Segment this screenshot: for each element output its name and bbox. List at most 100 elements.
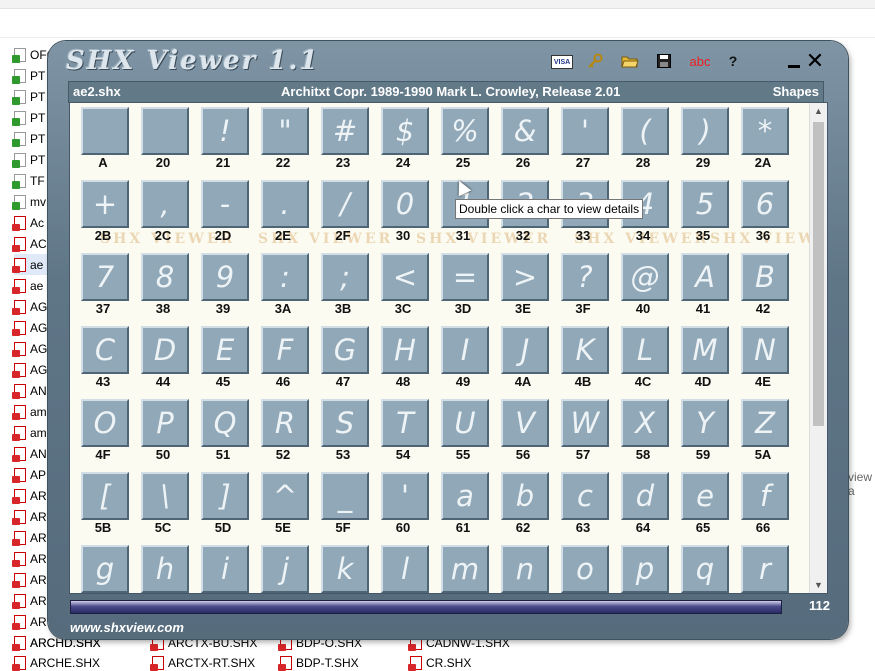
glyph-cell[interactable]: i xyxy=(199,543,259,593)
glyph-button[interactable]: o xyxy=(561,545,609,593)
glyph-button[interactable]: J xyxy=(501,326,549,374)
glyph-button[interactable]: g xyxy=(81,545,129,593)
file-list-item[interactable]: CR.SHX xyxy=(408,656,471,671)
glyph-cell[interactable]: V 56 xyxy=(499,397,559,470)
glyph-button[interactable]: q xyxy=(681,545,729,593)
scroll-down-arrow[interactable]: ▼ xyxy=(810,577,827,593)
glyph-cell[interactable]: W 57 xyxy=(559,397,619,470)
glyph-cell[interactable]: :3A xyxy=(259,251,319,324)
glyph-cell[interactable]: q xyxy=(679,543,739,593)
glyph-cell[interactable]: d 64 xyxy=(619,470,679,543)
glyph-button[interactable]: ( xyxy=(621,107,669,155)
spell-abc-button[interactable]: abc xyxy=(686,52,714,70)
glyph-cell[interactable]: o xyxy=(559,543,619,593)
glyph-button[interactable]: P xyxy=(141,399,189,447)
glyph-button[interactable]: 7 xyxy=(81,253,129,301)
glyph-button[interactable]: ^ xyxy=(261,472,309,520)
glyph-button[interactable]: K xyxy=(561,326,609,374)
glyph-cell[interactable]: O 4F xyxy=(79,397,139,470)
glyph-button[interactable]: N xyxy=(741,326,789,374)
glyph-button[interactable]: ! xyxy=(201,107,249,155)
glyph-cell[interactable]: n xyxy=(499,543,559,593)
glyph-button[interactable]: D xyxy=(141,326,189,374)
glyph-button[interactable]: I xyxy=(441,326,489,374)
glyph-button[interactable]: 6 xyxy=(741,180,789,228)
glyph-cell[interactable]: r xyxy=(739,543,799,593)
glyph-button[interactable]: n xyxy=(501,545,549,593)
help-question-icon[interactable]: ? xyxy=(722,52,744,70)
glyph-button[interactable]: h xyxy=(141,545,189,593)
glyph-cell[interactable]: h xyxy=(139,543,199,593)
glyph-cell[interactable]: A xyxy=(79,105,139,178)
glyph-button[interactable]: ' xyxy=(381,472,429,520)
glyph-button[interactable]: + xyxy=(81,180,129,228)
glyph-button[interactable]: F xyxy=(261,326,309,374)
glyph-button[interactable]: l xyxy=(381,545,429,593)
glyph-cell[interactable]: ^ 5E xyxy=(259,470,319,543)
glyph-button[interactable]: j xyxy=(261,545,309,593)
glyph-cell[interactable]: 7 37 xyxy=(79,251,139,324)
glyph-cell[interactable]: ] 5D xyxy=(199,470,259,543)
glyph-cell[interactable]: % 25 xyxy=(439,105,499,178)
glyph-button[interactable]: Z xyxy=(741,399,789,447)
glyph-cell[interactable]: 5 35 xyxy=(679,178,739,251)
glyph-button[interactable]: 0 xyxy=(381,180,429,228)
glyph-cell[interactable]: M 4D xyxy=(679,324,739,397)
file-list-item[interactable]: ARCTX-RT.SHX xyxy=(150,656,255,671)
glyph-cell[interactable]: /2F xyxy=(319,178,379,251)
glyph-button[interactable]: d xyxy=(621,472,669,520)
glyph-cell[interactable]: m xyxy=(439,543,499,593)
glyph-button[interactable]: [ xyxy=(81,472,129,520)
glyph-cell[interactable]: E 45 xyxy=(199,324,259,397)
glyph-cell[interactable]: G 47 xyxy=(319,324,379,397)
vertical-scrollbar[interactable]: ▲ ▼ xyxy=(809,103,827,593)
glyph-cell[interactable]: +2B xyxy=(79,178,139,251)
glyph-cell[interactable]: ! 21 xyxy=(199,105,259,178)
glyph-cell[interactable]: R 52 xyxy=(259,397,319,470)
glyph-cell[interactable]: ; 3B xyxy=(319,251,379,324)
glyph-cell[interactable]: * 2A xyxy=(739,105,799,178)
glyph-button[interactable]: @ xyxy=(621,253,669,301)
glyph-button[interactable]: A xyxy=(681,253,729,301)
floppy-save-icon[interactable] xyxy=(653,52,675,70)
glyph-button[interactable]: 8 xyxy=(141,253,189,301)
glyph-button[interactable]: 5 xyxy=(681,180,729,228)
file-list-item[interactable]: BDP-T.SHX xyxy=(278,656,359,671)
glyph-button[interactable]: % xyxy=(441,107,489,155)
glyph-cell[interactable]: j xyxy=(259,543,319,593)
folder-open-icon[interactable] xyxy=(619,52,641,70)
glyph-cell[interactable]: B 42 xyxy=(739,251,799,324)
glyph-cell[interactable]: J 4A xyxy=(499,324,559,397)
file-list-item[interactable]: ARCHE.SHX xyxy=(12,656,100,671)
glyph-button[interactable]: Y xyxy=(681,399,729,447)
glyph-button[interactable]: i xyxy=(201,545,249,593)
glyph-button[interactable]: R xyxy=(261,399,309,447)
glyph-button[interactable]: k xyxy=(321,545,369,593)
glyph-button[interactable]: ' xyxy=(561,107,609,155)
glyph-button[interactable]: m xyxy=(441,545,489,593)
scroll-up-arrow[interactable]: ▲ xyxy=(810,103,827,119)
glyph-button[interactable]: B xyxy=(741,253,789,301)
glyph-cell[interactable]: N 4E xyxy=(739,324,799,397)
scroll-thumb[interactable] xyxy=(813,122,824,426)
glyph-button[interactable]: " xyxy=(261,107,309,155)
glyph-button[interactable]: H xyxy=(381,326,429,374)
glyph-cell[interactable]: Y 59 xyxy=(679,397,739,470)
glyph-button[interactable]: # xyxy=(321,107,369,155)
glyph-button[interactable]: 9 xyxy=(201,253,249,301)
glyph-cell[interactable]: K 4B xyxy=(559,324,619,397)
glyph-cell[interactable]: C 43 xyxy=(79,324,139,397)
glyph-cell[interactable]: 20 xyxy=(139,105,199,178)
glyph-cell[interactable]: I 49 xyxy=(439,324,499,397)
glyph-cell[interactable]: , 2C xyxy=(139,178,199,251)
glyph-button[interactable]: ? xyxy=(561,253,609,301)
glyph-button[interactable]: & xyxy=(501,107,549,155)
website-link[interactable]: www.shxview.com xyxy=(70,620,184,635)
glyph-cell[interactable]: ) 29 xyxy=(679,105,739,178)
glyph-button[interactable]: . xyxy=(261,180,309,228)
glyph-button[interactable] xyxy=(81,107,129,155)
glyph-cell[interactable]: S 53 xyxy=(319,397,379,470)
glyph-button[interactable]: , xyxy=(141,180,189,228)
glyph-button[interactable]: > xyxy=(501,253,549,301)
glyph-button[interactable]: p xyxy=(621,545,669,593)
